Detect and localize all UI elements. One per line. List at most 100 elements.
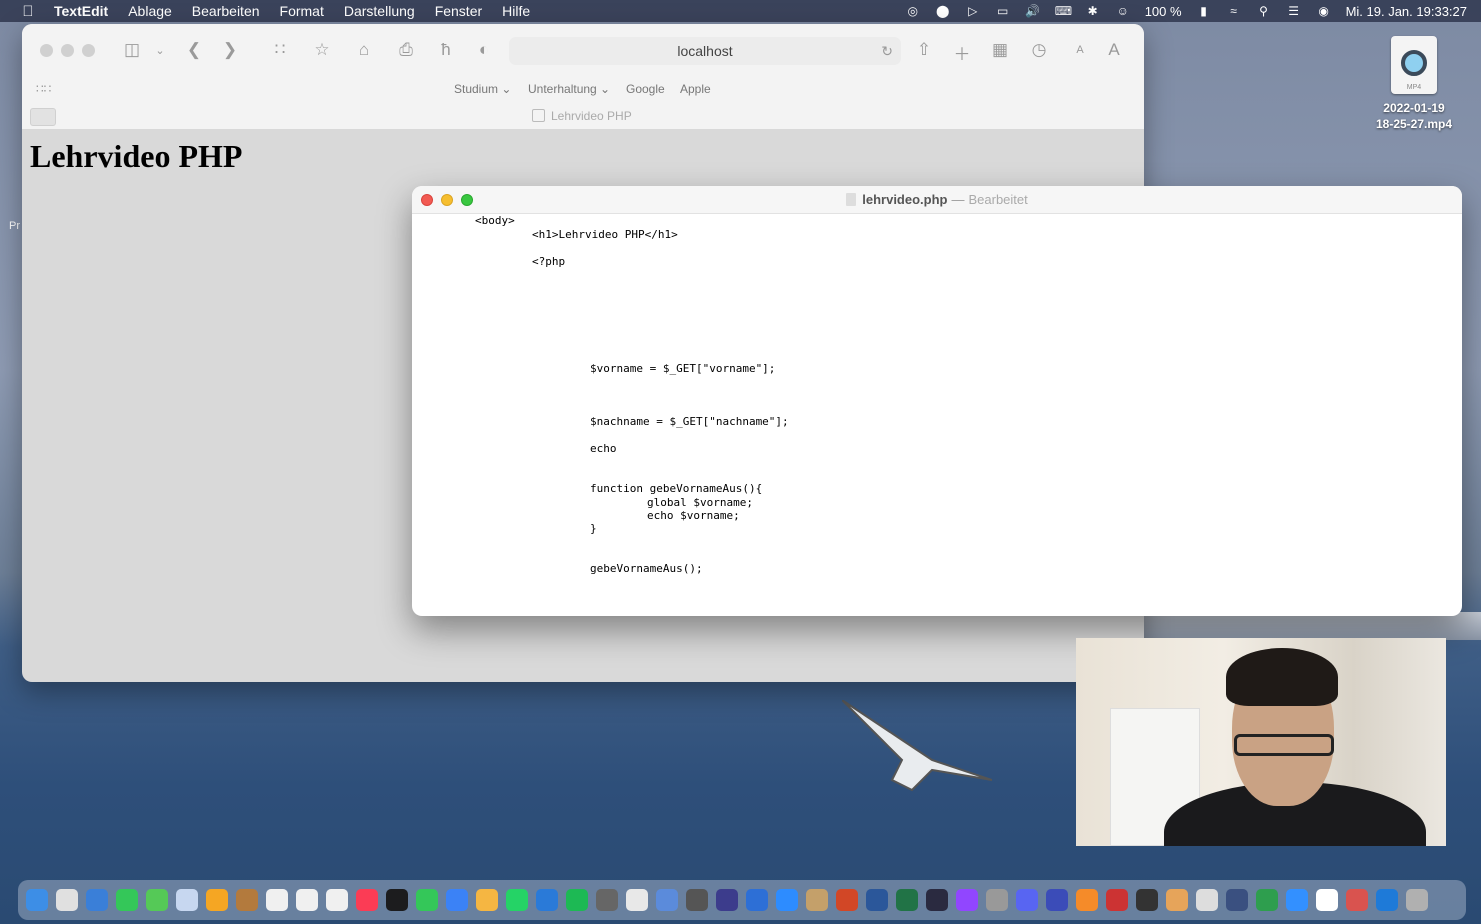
dock-app-icon[interactable] [626,889,648,911]
desktop-video-file[interactable]: MP4 2022-01-19 18-25-27.mp4 [1368,36,1460,132]
extension-icon[interactable]: ħ [434,40,458,60]
dock-app-icon[interactable] [836,889,858,911]
print-icon[interactable]: ⎙ [394,40,418,60]
menu-bearbeiten[interactable]: Bearbeiten [192,3,260,19]
dock-app-icon[interactable] [206,889,228,911]
dock-app-icon[interactable] [1406,889,1428,911]
shield-icon[interactable]: ◐ [472,40,496,60]
safari-traffic-lights [40,44,95,57]
home-icon[interactable]: ⌂ [352,40,376,60]
forward-icon[interactable]: ❯ [218,40,242,60]
zoom-button[interactable] [82,44,95,57]
dock-app-icon[interactable] [1376,889,1398,911]
dock-app-icon[interactable] [686,889,708,911]
dock-app-icon[interactable] [506,889,528,911]
dock-app-icon[interactable] [86,889,108,911]
tab-lehrvideo[interactable]: Lehrvideo PHP [532,109,632,123]
volume-icon[interactable]: 🔊 [1025,4,1041,18]
battery-icon[interactable]: ▮ [1196,4,1212,18]
menubar-clock[interactable]: Mi. 19. Jan. 19:33:27 [1346,4,1467,19]
apple-menu-icon[interactable]:  [18,3,38,20]
dock-app-icon[interactable] [926,889,948,911]
fav-google[interactable]: Google [626,82,665,96]
dock-app-icon[interactable] [566,889,588,911]
fav-unterhaltung[interactable]: Unterhaltung ⌄ [528,82,610,96]
dock-app-icon[interactable] [56,889,78,911]
font-larger-icon[interactable]: A [1102,40,1126,60]
user-icon[interactable]: ☺ [1115,4,1131,18]
fav-apple[interactable]: Apple [680,82,711,96]
dock-app-icon[interactable] [356,889,378,911]
display-icon[interactable]: ▭ [995,4,1011,18]
dock-app-icon[interactable] [146,889,168,911]
dock-app-icon[interactable] [716,889,738,911]
dock-app-icon[interactable] [1196,889,1218,911]
fav-studium[interactable]: Studium ⌄ [454,82,511,96]
bookmark-star-icon[interactable]: ☆ [310,40,334,60]
new-tab-icon[interactable]: ＋ [950,40,974,65]
reload-icon[interactable]: ↻ [881,37,893,65]
dock-app-icon[interactable] [1226,889,1248,911]
control-center-icon[interactable]: ☰ [1286,4,1302,18]
dock-app-icon[interactable] [446,889,468,911]
dock-app-icon[interactable] [1136,889,1158,911]
dock-app-icon[interactable] [116,889,138,911]
keyboard-icon[interactable]: ⌨ [1055,4,1072,18]
dock-app-icon[interactable] [746,889,768,911]
dock-app-icon[interactable] [476,889,498,911]
dock-app-icon[interactable] [896,889,918,911]
close-button[interactable] [40,44,53,57]
dock-app-icon[interactable] [296,889,318,911]
dock-app-icon[interactable] [266,889,288,911]
menu-darstellung[interactable]: Darstellung [344,3,415,19]
favorites-grid-icon[interactable]: ∷∷ [36,82,51,96]
dock-app-icon[interactable] [1316,889,1338,911]
dock-app-icon[interactable] [1256,889,1278,911]
wifi-icon[interactable]: ≈ [1226,4,1242,18]
address-bar[interactable]: localhost ↻ [509,37,901,65]
dock-app-icon[interactable] [386,889,408,911]
play-icon[interactable]: ▷ [965,4,981,18]
dock-app-icon[interactable] [1286,889,1308,911]
dock-app-icon[interactable] [1346,889,1368,911]
menu-fenster[interactable]: Fenster [435,3,482,19]
chevron-down-icon[interactable]: ⌄ [148,44,172,57]
dock-app-icon[interactable] [176,889,198,911]
dock-app-icon[interactable] [26,889,48,911]
tab-overview-icon[interactable]: ▦ [988,40,1012,60]
grid-icon[interactable]: ∷ [268,40,292,60]
dock-app-icon[interactable] [1166,889,1188,911]
dock-app-icon[interactable] [986,889,1008,911]
dock-app-icon[interactable] [956,889,978,911]
dock-app-icon[interactable] [236,889,258,911]
dock-app-icon[interactable] [596,889,618,911]
minimize-button[interactable] [61,44,74,57]
dock-app-icon[interactable] [326,889,348,911]
back-icon[interactable]: ❮ [182,40,206,60]
dock-app-icon[interactable] [416,889,438,911]
dock-app-icon[interactable] [776,889,798,911]
menu-hilfe[interactable]: Hilfe [502,3,530,19]
tab-overview-button[interactable] [30,108,56,126]
sidebar-icon[interactable]: ◫ [120,40,144,60]
b-app-icon[interactable]: ⬤ [935,4,951,18]
tab-strip: Lehrvideo PHP [22,104,1144,130]
dock-app-icon[interactable] [656,889,678,911]
search-icon[interactable]: ⚲ [1256,4,1272,18]
dock-app-icon[interactable] [1106,889,1128,911]
creative-cloud-icon[interactable]: ◎ [905,4,921,18]
dock-app-icon[interactable] [806,889,828,911]
dock-app-icon[interactable] [866,889,888,911]
bluetooth-icon[interactable]: ✱ [1085,4,1101,18]
menu-ablage[interactable]: Ablage [128,3,172,19]
dock-app-icon[interactable] [1046,889,1068,911]
font-smaller-icon[interactable]: A [1068,44,1092,56]
siri-icon[interactable]: ◉ [1316,4,1332,18]
dock-app-icon[interactable] [536,889,558,911]
share-icon[interactable]: ⇧ [912,40,936,60]
history-icon[interactable]: ◷ [1027,40,1051,60]
menu-format[interactable]: Format [280,3,324,19]
menu-app-name[interactable]: TextEdit [54,3,108,19]
dock-app-icon[interactable] [1016,889,1038,911]
dock-app-icon[interactable] [1076,889,1098,911]
